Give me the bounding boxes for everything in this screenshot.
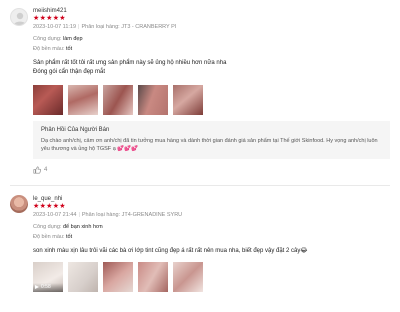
user-silhouette-icon	[14, 12, 26, 25]
review-photo[interactable]	[138, 85, 168, 115]
seller-response-text: Dạ chào anh/chị, cảm ơn anh/chị đã tin t…	[41, 138, 378, 152]
review-photo[interactable]	[33, 85, 63, 115]
review-video[interactable]: 0:58	[33, 262, 63, 292]
review-photo[interactable]	[68, 85, 98, 115]
variant-prefix: Phân loại hàng:	[81, 24, 120, 30]
attr-durability-label: Độ bền màu:	[33, 46, 65, 52]
rating-stars: ★★★★★	[33, 15, 66, 22]
review-text-line: Đóng gói cẩn thận đẹp mắt	[33, 69, 106, 75]
review-text: Sản phẩm rất tốt tôi rất ưng sản phẩm nà…	[33, 59, 390, 77]
attr-usage: Công dụng: làm đẹp	[33, 34, 390, 44]
review-text-line: son xinh màu xịn lâu trôi vãi các bà ơi …	[33, 248, 308, 254]
variant-label: JT4-GRENADINE SYRU	[121, 212, 183, 218]
review-date: 2023-10-07 21:44	[33, 212, 77, 218]
play-icon	[35, 285, 39, 289]
attr-usage-label: Công dụng:	[33, 224, 62, 230]
seller-response-title: Phản Hồi Của Người Bán	[41, 127, 110, 133]
review-meta: 2023-10-07 11:19 | Phân loại hàng: JT3 - C…	[33, 24, 177, 30]
review-date: 2023-10-07 11:19	[33, 24, 77, 30]
seller-response: Phản Hồi Của Người Bán Dạ chào anh/chị, …	[33, 121, 390, 159]
rating-stars: ★★★★★	[33, 203, 66, 210]
attr-durability-value: tốt	[66, 46, 73, 52]
review-media	[33, 85, 390, 115]
attr-usage-value: để bạn xinh hơn	[62, 224, 103, 230]
review-photo[interactable]	[103, 262, 133, 292]
review-photo[interactable]	[103, 85, 133, 115]
like-button[interactable]: 4	[33, 166, 390, 174]
attr-usage: Công dụng: để bạn xinh hơn	[33, 222, 390, 232]
attr-durability-value: tốt	[66, 234, 73, 240]
reviewer-username[interactable]: le_que_nhi	[33, 195, 390, 203]
attr-durability-label: Độ bền màu:	[33, 234, 65, 240]
video-badge: 0:58	[35, 284, 51, 290]
review-photo[interactable]	[138, 262, 168, 292]
review-photo[interactable]	[173, 85, 203, 115]
review-divider	[10, 185, 390, 186]
review-text-line: Sản phẩm rất tốt tôi rất ưng sản phẩm nà…	[33, 60, 227, 66]
review-text: son xinh màu xịn lâu trôi vãi các bà ơi …	[33, 247, 390, 256]
variant-label: JT3 - CRANBERRY PI	[121, 24, 177, 30]
review-meta: 2023-10-07 21:44 | Phân loại hàng: JT4-GRE…	[33, 212, 183, 218]
review-media: 0:58	[33, 262, 390, 292]
variant-prefix: Phân loại hàng:	[81, 212, 121, 218]
review-photo[interactable]	[173, 262, 203, 292]
reviewer-username[interactable]: meiishim421	[33, 7, 390, 15]
thumbs-up-icon	[33, 166, 41, 174]
video-duration: 0:58	[41, 284, 51, 290]
like-count: 4	[44, 167, 48, 173]
review-photo[interactable]	[68, 262, 98, 292]
attr-usage-value: làm đẹp	[62, 36, 83, 42]
attr-durability: Độ bền màu: tốt	[33, 44, 390, 54]
attr-usage-label: Công dụng:	[33, 36, 62, 42]
attr-durability: Độ bền màu: tốt	[33, 232, 390, 242]
avatar[interactable]	[10, 195, 28, 213]
avatar[interactable]	[10, 8, 28, 26]
